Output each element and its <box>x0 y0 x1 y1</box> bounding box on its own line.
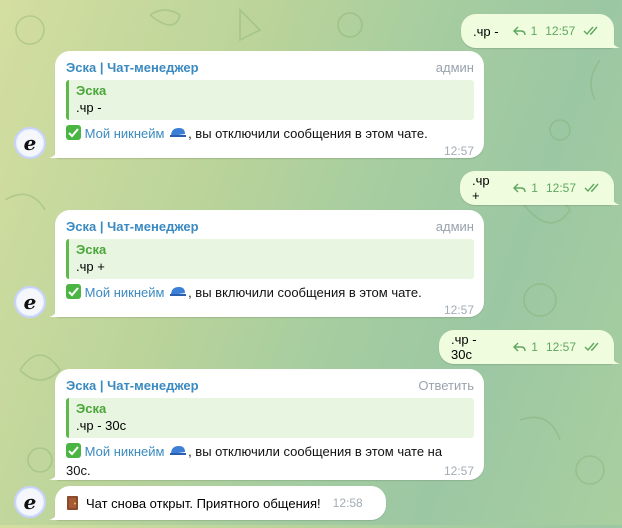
bubble-tail <box>49 146 59 158</box>
bubble-tail <box>610 193 620 205</box>
double-check-icon <box>584 342 599 352</box>
bot-avatar[interactable]: e <box>14 486 46 518</box>
reply-icon <box>513 183 526 193</box>
bot-avatar[interactable]: e <box>14 286 46 318</box>
message-time: 12:57 <box>545 24 576 38</box>
quote-text: .чр + <box>76 259 105 274</box>
message-text: Чат снова открыт. Приятного общения! <box>86 495 321 511</box>
bubble-tail <box>49 468 59 480</box>
bubble-tail <box>610 352 620 364</box>
reply-count[interactable]: 1 <box>531 24 538 38</box>
message-time: 12:57 <box>443 303 474 317</box>
user-mention-link[interactable]: Мой никнейм <box>85 285 165 300</box>
bubble-tail <box>610 36 620 48</box>
message-text-continued: 30с. <box>66 463 91 478</box>
check-mark-icon <box>66 443 81 458</box>
reply-count[interactable]: 1 <box>531 340 538 354</box>
reply-quote[interactable]: Эска .чр + <box>66 239 474 279</box>
quote-text: .чр - 30с <box>76 418 127 433</box>
reply-button[interactable]: Ответить <box>418 378 474 393</box>
message-body: Мой никнейм , вы включили сообщения в эт… <box>66 283 474 302</box>
incoming-message[interactable]: Эска | Чат-менеджер Ответить Эска .чр - … <box>49 369 484 480</box>
double-check-icon <box>583 26 598 36</box>
bubble-tail <box>49 508 59 520</box>
quote-author: Эска <box>76 242 107 257</box>
outgoing-message[interactable]: .чр - 1 12:57 <box>461 14 620 48</box>
incoming-message[interactable]: Эска | Чат-менеджер админ Эска .чр - Мой… <box>49 51 484 158</box>
sender-name[interactable]: Эска | Чат-менеджер <box>66 378 199 393</box>
outgoing-message[interactable]: .чр + 1 12:57 <box>460 171 620 205</box>
message-time: 12:58 <box>332 496 363 510</box>
quote-text: .чр - <box>76 100 102 115</box>
cap-icon <box>170 287 187 296</box>
door-icon <box>67 496 78 510</box>
message-text: , вы включили сообщения в этом чате. <box>188 285 422 300</box>
message-text: , вы отключили сообщения в этом чате. <box>188 126 428 141</box>
bubble-tail <box>49 305 59 317</box>
message-time: 12:57 <box>545 181 576 195</box>
message-meta: 1 12:57 <box>513 340 602 354</box>
message-body: Мой никнейм , вы отключили сообщения в э… <box>66 124 474 143</box>
admin-badge: админ <box>435 59 474 75</box>
admin-badge: админ <box>435 218 474 234</box>
check-mark-icon <box>66 125 81 140</box>
message-time: 12:57 <box>545 340 576 354</box>
message-meta: 1 12:57 <box>513 181 602 195</box>
reply-icon <box>512 26 526 36</box>
quote-author: Эска <box>76 401 107 416</box>
sender-name[interactable]: Эска | Чат-менеджер <box>66 219 199 234</box>
message-time: 12:57 <box>443 464 474 478</box>
double-check-icon <box>584 183 599 193</box>
reply-count[interactable]: 1 <box>531 181 538 195</box>
incoming-message[interactable]: Эска | Чат-менеджер админ Эска .чр + Мой… <box>49 210 484 317</box>
cap-icon <box>170 446 187 455</box>
message-text: .чр + <box>472 173 490 203</box>
bot-avatar[interactable]: e <box>14 127 46 159</box>
message-meta: 1 12:57 <box>512 24 602 38</box>
reply-quote[interactable]: Эска .чр - <box>66 80 474 120</box>
sender-name[interactable]: Эска | Чат-менеджер <box>66 60 199 75</box>
message-text: .чр - <box>473 23 499 39</box>
message-text: , вы отключили сообщения в этом чате на <box>188 444 443 459</box>
incoming-message[interactable]: Чат снова открыт. Приятного общения! 12:… <box>49 486 386 520</box>
message-text: .чр - 30с <box>451 332 477 362</box>
reply-quote[interactable]: Эска .чр - 30с <box>66 398 474 438</box>
message-time: 12:57 <box>443 144 474 158</box>
check-mark-icon <box>66 284 81 299</box>
quote-author: Эска <box>76 83 107 98</box>
reply-icon <box>513 342 526 352</box>
cap-icon <box>170 128 187 137</box>
user-mention-link[interactable]: Мой никнейм <box>85 126 165 141</box>
outgoing-message[interactable]: .чр - 30с 1 12:57 <box>439 330 620 364</box>
user-mention-link[interactable]: Мой никнейм <box>85 444 165 459</box>
